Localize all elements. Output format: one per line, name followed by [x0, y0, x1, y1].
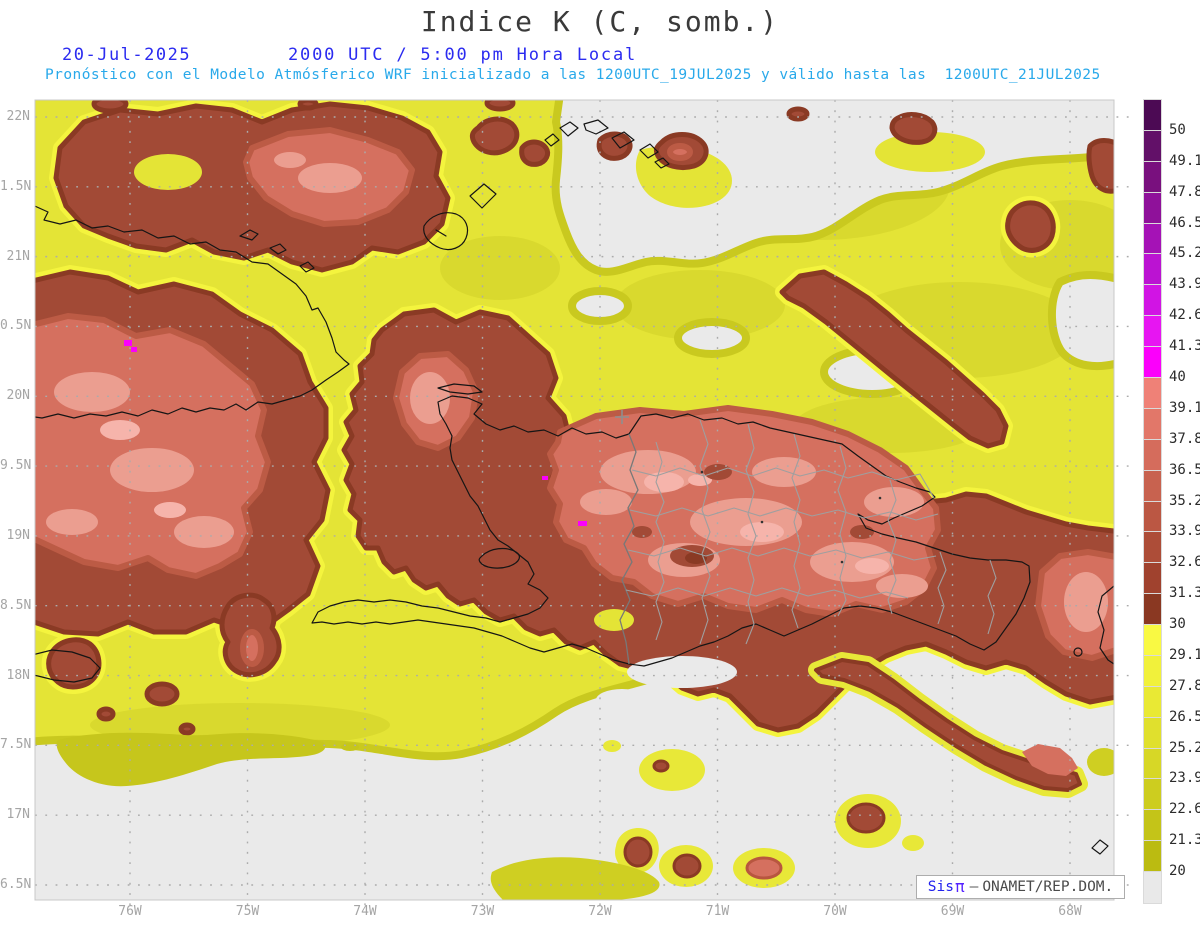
- colorbar-segment: [1144, 841, 1161, 872]
- colorbar-tick-label: 27.8: [1169, 678, 1200, 694]
- lat-label: 9.5N: [0, 458, 30, 473]
- pi-icon: π: [955, 876, 965, 898]
- colorbar-segment: [1144, 378, 1161, 409]
- yellow-hole: [134, 154, 202, 190]
- colorbar-segment: [1144, 254, 1161, 285]
- colorbar-segment: [1144, 687, 1161, 718]
- lon-label: 72W: [578, 904, 622, 919]
- lon-label: 68W: [1048, 904, 1092, 919]
- lat-label: 20N: [0, 388, 30, 403]
- attribution-app-name: Sis: [928, 876, 954, 898]
- colorbar-segment: [1144, 224, 1161, 255]
- k-index-map: [0, 0, 1200, 927]
- lat-label: 8.5N: [0, 598, 30, 613]
- lat-label: 21N: [0, 249, 30, 264]
- colorbar-tick-label: 46.5: [1169, 215, 1200, 231]
- colorbar-tick-label: 43.9: [1169, 276, 1200, 292]
- attribution-separator: —: [970, 876, 979, 898]
- colorbar-tick-label: 20: [1169, 863, 1186, 879]
- lat-label: 17N: [0, 807, 30, 822]
- colorbar-segment: [1144, 285, 1161, 316]
- attribution-box: Sisπ—ONAMET/REP.DOM.: [916, 875, 1125, 899]
- colorbar-segment: [1144, 316, 1161, 347]
- lat-label: 19N: [0, 528, 30, 543]
- lon-label: 74W: [343, 904, 387, 919]
- colorbar-tick-label: 50: [1169, 122, 1186, 138]
- lon-label: 76W: [108, 904, 152, 919]
- colorbar-tick-label: 39.1: [1169, 400, 1200, 416]
- lat-label: 7.5N: [0, 737, 30, 752]
- colorbar-segment: [1144, 779, 1161, 810]
- lat-label: 1.5N: [0, 179, 30, 194]
- lon-label: 73W: [461, 904, 505, 919]
- colorbar-tick-label: 35.2: [1169, 493, 1200, 509]
- colorbar-tick-label: 33.9: [1169, 523, 1200, 539]
- colorbar-segment: [1144, 409, 1161, 440]
- colorbar-tick-label: 41.3: [1169, 338, 1200, 354]
- colorbar-tick-label: 32.6: [1169, 554, 1200, 570]
- lon-label: 71W: [696, 904, 740, 919]
- lat-label: 6.5N: [0, 877, 30, 892]
- colorbar-tick-label: 31.3: [1169, 585, 1200, 601]
- colorbar-tick-label: 29.1: [1169, 647, 1200, 663]
- lon-label: 70W: [813, 904, 857, 919]
- colorbar-segment: [1144, 563, 1161, 594]
- colorbar-segment: [1144, 162, 1161, 193]
- colorbar-segment: [1144, 810, 1161, 841]
- colorbar-segment: [1144, 625, 1161, 656]
- contour-fill-layer: [28, 94, 1140, 908]
- colorbar-segment: [1144, 440, 1161, 471]
- colorbar-tick-label: 37.8: [1169, 431, 1200, 447]
- lat-label: 22N: [0, 109, 30, 124]
- colorbar-segment: [1144, 656, 1161, 687]
- lat-label: 18N: [0, 668, 30, 683]
- colorbar-segment: [1144, 347, 1161, 378]
- colorbar-tick-label: 47.8: [1169, 184, 1200, 200]
- colorbar-tick-label: 40: [1169, 369, 1186, 385]
- colorbar-tick-label: 22.6: [1169, 801, 1200, 817]
- colorbar-tick-label: 45.2: [1169, 245, 1200, 261]
- colorbar-segment: [1144, 872, 1161, 903]
- yellow-pocket: [594, 609, 634, 631]
- colorbar-segment: [1144, 193, 1161, 224]
- colorbar-tick-label: 42.6: [1169, 307, 1200, 323]
- colorbar-tick-label: 26.5: [1169, 709, 1200, 725]
- colorbar-tick-label: 49.1: [1169, 153, 1200, 169]
- colorbar-segment: [1144, 532, 1161, 563]
- lon-label: 75W: [226, 904, 270, 919]
- colorbar-segment: [1144, 502, 1161, 533]
- colorbar-tick-label: 30: [1169, 616, 1186, 632]
- weather-map-page: Indice K (C, somb.) 20-Jul-2025 2000 UTC…: [0, 0, 1200, 927]
- lat-label: 0.5N: [0, 318, 30, 333]
- colorbar-segment: [1144, 131, 1161, 162]
- colorbar-segment: [1144, 718, 1161, 749]
- colorbar-tick-label: 36.5: [1169, 462, 1200, 478]
- colorbar-segment: [1144, 100, 1161, 131]
- colorbar-segment: [1144, 749, 1161, 780]
- colorbar-tick-label: 21.3: [1169, 832, 1200, 848]
- colorbar-segment: [1144, 594, 1161, 625]
- attribution-org: ONAMET/REP.DOM.: [982, 876, 1113, 898]
- colorbar-tick-label: 23.9: [1169, 770, 1200, 786]
- colorbar-segment: [1144, 471, 1161, 502]
- colorbar-tick-label: 25.2: [1169, 740, 1200, 756]
- lon-label: 69W: [931, 904, 975, 919]
